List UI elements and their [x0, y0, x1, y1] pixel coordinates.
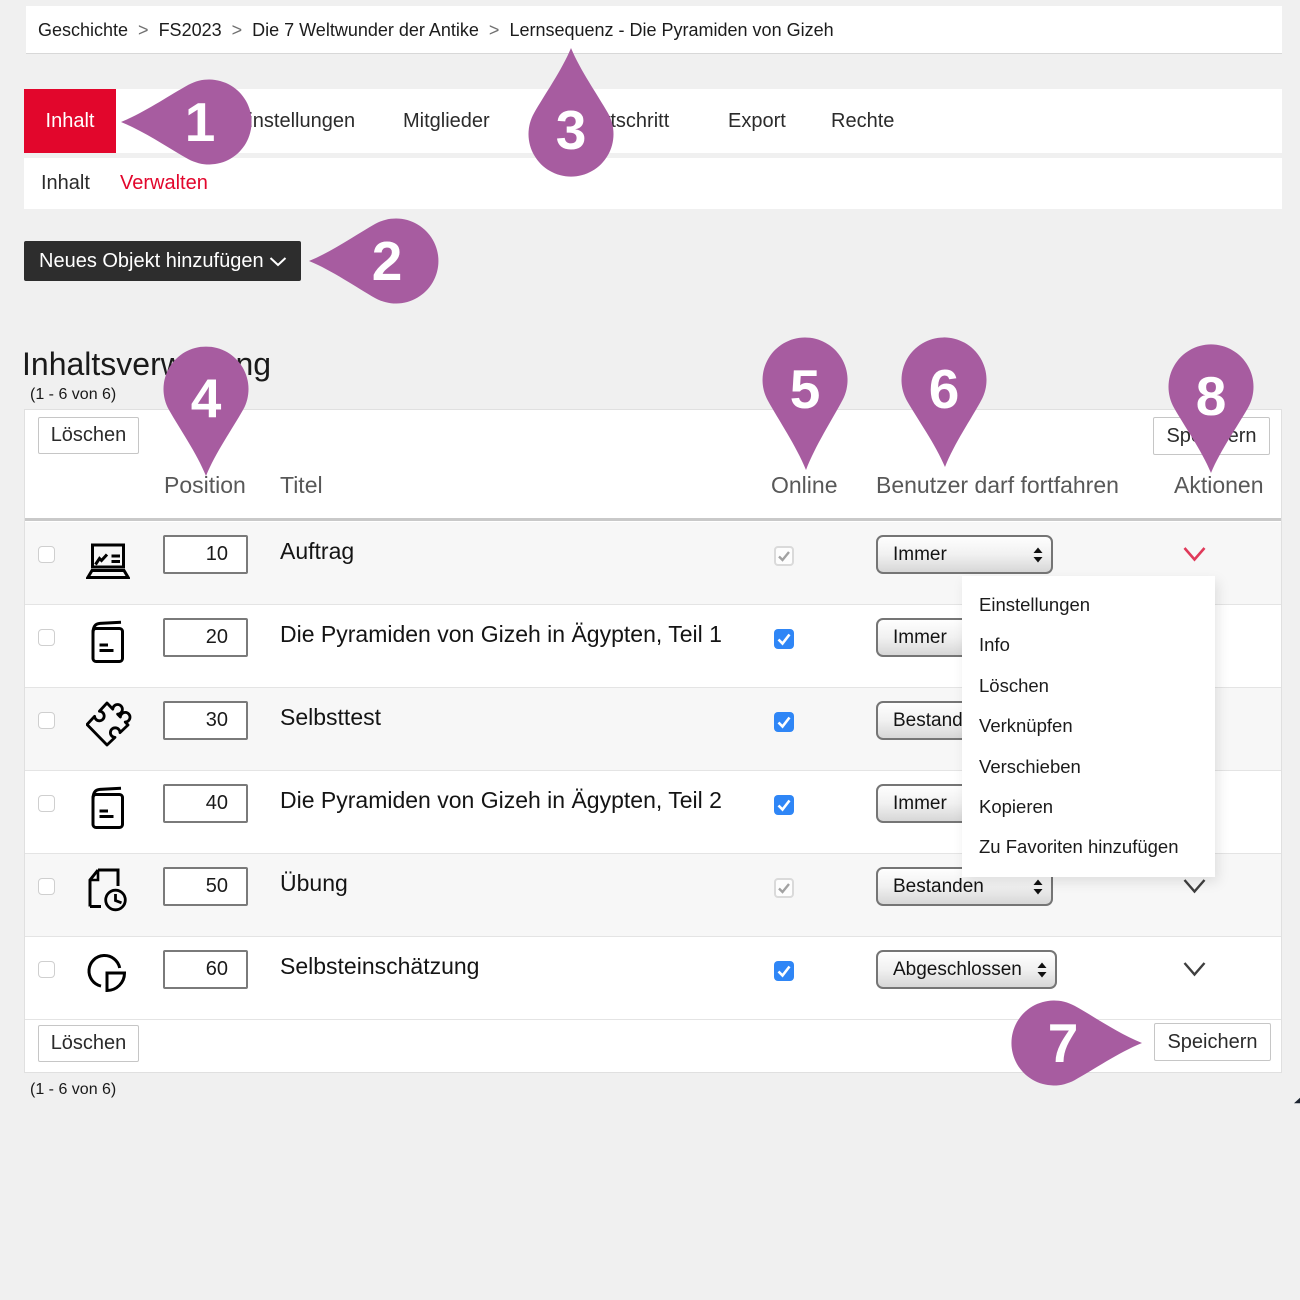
svg-text:1: 1	[185, 91, 216, 153]
svg-text:8: 8	[1196, 365, 1227, 427]
svg-text:5: 5	[790, 358, 821, 420]
svg-text:6: 6	[929, 358, 960, 420]
svg-text:2: 2	[372, 230, 403, 292]
svg-text:7: 7	[1048, 1012, 1079, 1074]
svg-text:4: 4	[191, 367, 222, 429]
svg-text:3: 3	[556, 99, 587, 161]
